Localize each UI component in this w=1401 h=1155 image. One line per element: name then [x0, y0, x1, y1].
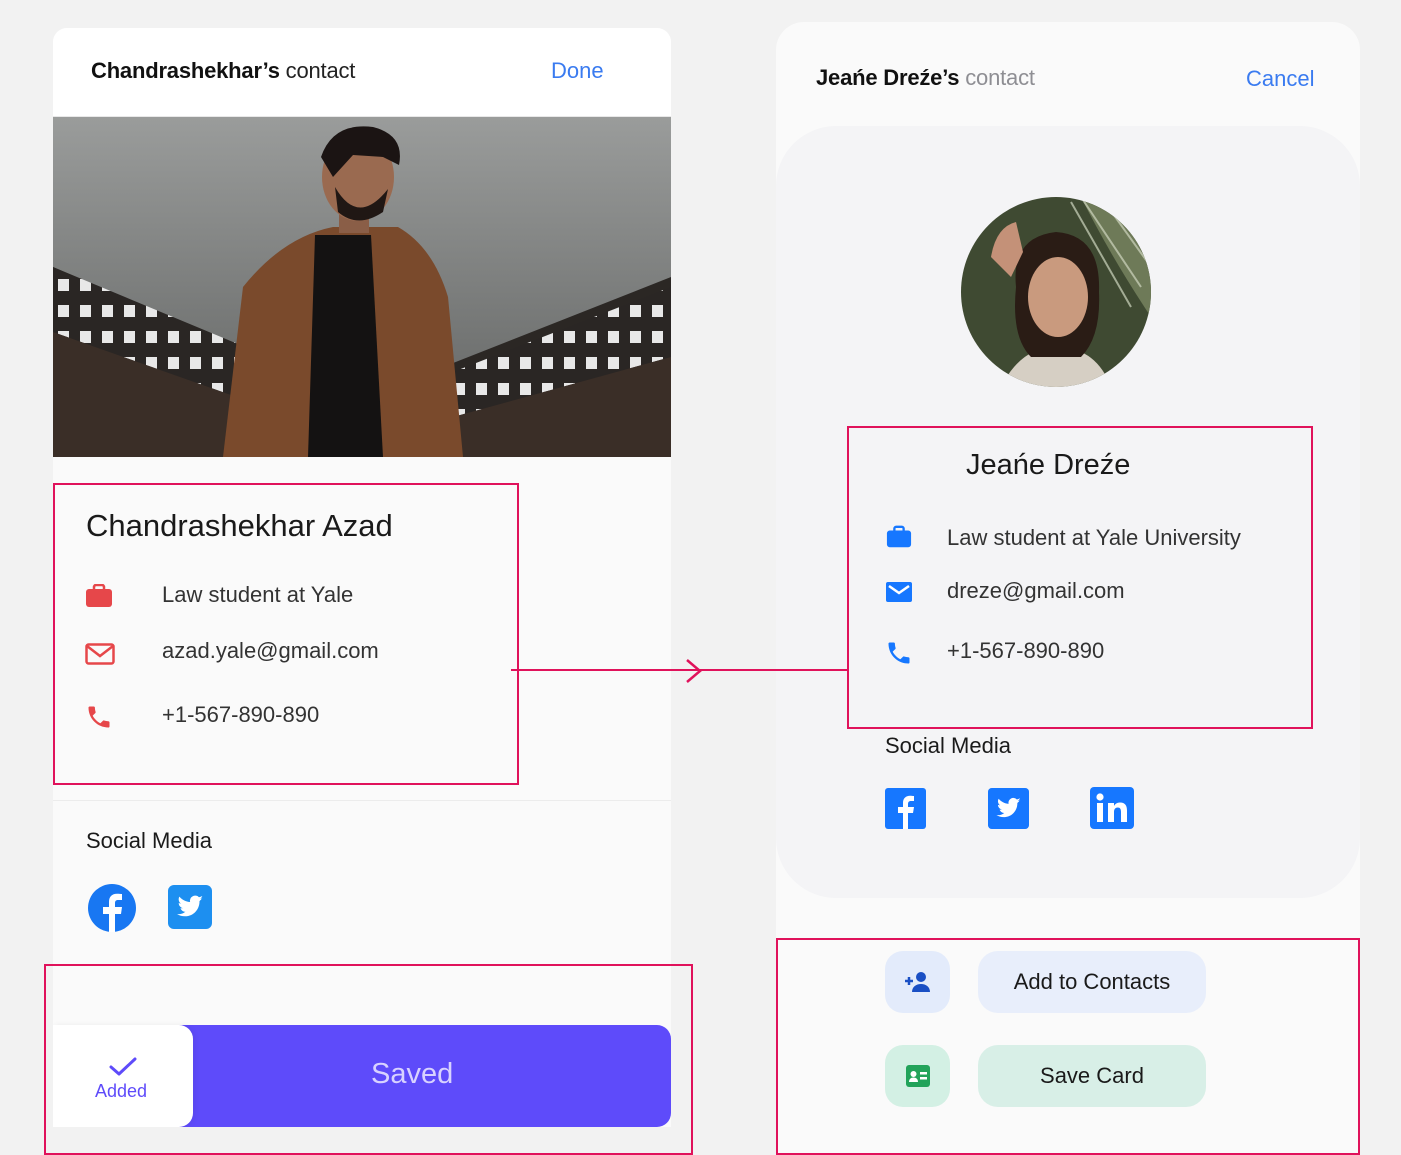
header-contact-name: Jeańe Dreźe’s	[816, 65, 960, 90]
header-contact-name: Chandrashekhar’s	[91, 58, 280, 83]
facebook-icon[interactable]	[885, 788, 926, 834]
social-media-heading: Social Media	[885, 733, 1011, 758]
done-button[interactable]: Done	[551, 58, 604, 84]
card-header: Chandrashekhar’s contact Done	[53, 28, 671, 117]
linkedin-icon[interactable]	[1090, 787, 1134, 834]
arrow-right-icon	[684, 658, 704, 689]
header-title: Jeańe Dreźe’s contact	[816, 65, 1035, 91]
annotation-box-right-actions	[776, 938, 1360, 1155]
header-suffix: contact	[279, 58, 356, 83]
cancel-button[interactable]: Cancel	[1246, 66, 1314, 92]
annotation-arrow-line	[511, 669, 847, 671]
annotation-box-left-actions	[44, 964, 693, 1155]
twitter-icon[interactable]	[988, 788, 1029, 834]
header-suffix: contact	[959, 65, 1035, 90]
twitter-icon[interactable]	[168, 885, 212, 934]
facebook-icon[interactable]	[87, 883, 137, 938]
annotation-box-right-info	[847, 426, 1313, 729]
avatar	[961, 197, 1151, 387]
divider	[53, 800, 671, 801]
contact-photo	[53, 117, 671, 457]
social-media-heading: Social Media	[86, 828, 212, 853]
header-title: Chandrashekhar’s contact	[91, 58, 355, 84]
annotation-box-left-info	[53, 483, 519, 785]
